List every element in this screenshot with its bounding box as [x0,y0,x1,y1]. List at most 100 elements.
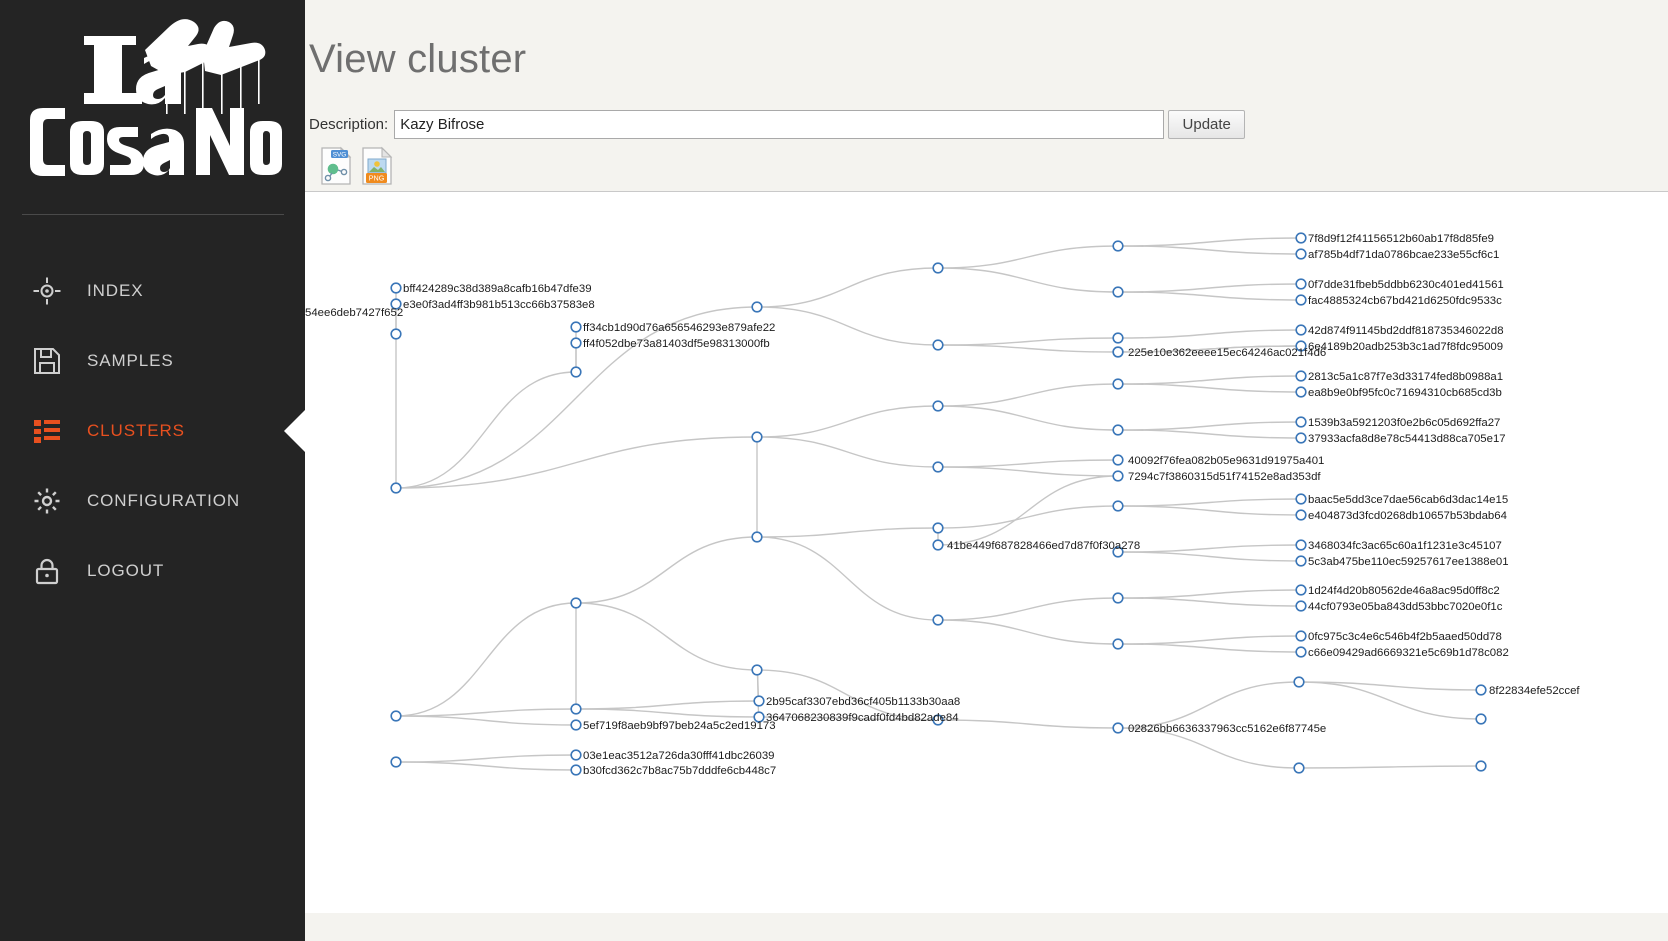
dendrogram-link [396,437,757,488]
dendrogram-node[interactable] [571,704,581,714]
dendrogram-node[interactable] [1113,471,1123,481]
dendrogram-link [938,384,1118,406]
dendrogram-node[interactable] [1296,371,1306,381]
dendrogram-node[interactable] [752,432,762,442]
export-png-button[interactable]: PNG [360,146,394,191]
dendrogram-node[interactable] [1296,249,1306,259]
crosshair-icon [28,272,66,310]
dendrogram-node[interactable] [1296,510,1306,520]
dendrogram-node[interactable] [752,302,762,312]
dendrogram-node[interactable] [752,532,762,542]
dendrogram-link [938,506,1118,528]
dendrogram-node[interactable] [1296,387,1306,397]
dendrogram-node[interactable] [1296,601,1306,611]
dendrogram-link [1118,292,1301,300]
description-input[interactable] [394,110,1164,139]
dendrogram-node[interactable] [933,540,943,550]
sidebar-item-label: INDEX [87,281,143,301]
dendrogram-node-label: 8f22834efe52ccef [1489,685,1580,697]
dendrogram-node[interactable] [933,615,943,625]
dendrogram-node[interactable] [1296,433,1306,443]
dendrogram-node[interactable] [933,401,943,411]
dendrogram-node[interactable] [1476,685,1486,695]
dendrogram-node[interactable] [1296,233,1306,243]
dendrogram-node[interactable] [1296,631,1306,641]
dendrogram-node-label: 37933acfa8d8e78c54413d88ca705e17 [1308,433,1506,445]
sidebar-item-logout[interactable]: LOGOUT [0,536,305,606]
dendrogram-node[interactable] [933,263,943,273]
dendrogram-link [1118,636,1301,644]
dendrogram-link [1118,682,1299,728]
brand-logo[interactable] [0,0,305,210]
dendrogram-node[interactable] [1113,333,1123,343]
export-svg-button[interactable]: SVG [319,146,353,191]
dendrogram-node[interactable] [1296,494,1306,504]
dendrogram-node[interactable] [1476,714,1486,724]
dendrogram-node[interactable] [1113,593,1123,603]
dendrogram-node-label: e3e0f3ad4ff3b981b513cc66b37583e8 [403,299,595,311]
dendrogram-node[interactable] [1113,723,1123,733]
dendrogram-link [938,460,1118,467]
dendrogram-node[interactable] [1296,540,1306,550]
dendrogram-link [757,307,938,345]
sidebar-item-configuration[interactable]: CONFIGURATION [0,466,305,536]
dendrogram-node[interactable] [754,696,764,706]
dendrogram-node[interactable] [391,283,401,293]
dendrogram-node[interactable] [1113,639,1123,649]
dendrogram-node[interactable] [1296,279,1306,289]
sidebar-item-samples[interactable]: SAMPLES [0,326,305,396]
dendrogram-node[interactable] [1296,647,1306,657]
dendrogram-node[interactable] [571,322,581,332]
dendrogram-node[interactable] [1113,455,1123,465]
server-list-icon [28,412,66,450]
dendrogram-node[interactable] [391,329,401,339]
dendrogram-node[interactable] [1113,287,1123,297]
dendrogram-node[interactable] [1296,585,1306,595]
dendrogram-link [1118,590,1301,598]
dendrogram-node[interactable] [1296,325,1306,335]
dendrogram-node[interactable] [1294,763,1304,773]
dendrogram-node[interactable] [933,523,943,533]
dendrogram-node-label: 0fc975c3c4e6c546b4f2b5aaed50dd78 [1308,631,1502,643]
dendrogram-node[interactable] [1113,501,1123,511]
dendrogram-node[interactable] [1296,556,1306,566]
update-button[interactable]: Update [1168,110,1245,139]
dendrogram-link [938,345,1118,352]
dendrogram-node[interactable] [1296,417,1306,427]
page-scrollbar[interactable] [1660,0,1668,941]
dendrogram-node-label: 5ef719f8aeb9bf97beb24a5c2ed19173 [583,720,776,732]
dendrogram-link [1118,545,1301,552]
dendrogram-node[interactable] [391,711,401,721]
dendrogram-link [1118,246,1301,254]
dendrogram-node[interactable] [391,757,401,767]
dendrogram-node[interactable] [571,720,581,730]
dendrogram-node-label: 225e10e362eeee15ec64246ac021f4d6 [1128,347,1326,359]
dendrogram-node[interactable] [571,367,581,377]
dendrogram-link [1118,430,1301,438]
sidebar-item-clusters[interactable]: CLUSTERS [0,396,305,466]
dendrogram-link [938,406,1118,430]
dendrogram-node[interactable] [1296,295,1306,305]
dendrogram-node[interactable] [1113,379,1123,389]
dendrogram-node[interactable] [1113,347,1123,357]
dendrogram-node[interactable] [1113,241,1123,251]
dendrogram-node[interactable] [933,340,943,350]
dendrogram-node[interactable] [933,462,943,472]
sidebar-item-index[interactable]: INDEX [0,256,305,326]
dendrogram-node[interactable] [1476,761,1486,771]
sidebar-item-label: SAMPLES [87,351,174,371]
cluster-dendrogram[interactable]: bff424289c38d389a8cafb16b47dfe39e3e0f3ad… [305,192,1668,913]
dendrogram-svg[interactable]: bff424289c38d389a8cafb16b47dfe39e3e0f3ad… [305,192,1668,913]
dendrogram-node[interactable] [571,765,581,775]
dendrogram-node[interactable] [391,483,401,493]
dendrogram-link [396,603,576,716]
dendrogram-node[interactable] [752,665,762,675]
dendrogram-node[interactable] [1113,425,1123,435]
sidebar-divider [22,214,284,215]
dendrogram-node[interactable] [1294,677,1304,687]
dendrogram-node[interactable] [571,598,581,608]
dendrogram-node[interactable] [571,338,581,348]
dendrogram-node[interactable] [571,750,581,760]
dendrogram-node-label: 41be449f687828466ed7d87f0f30a278 [947,540,1140,552]
dendrogram-node-label: 7294c7f3860315d51f74152e8ad353df [1128,471,1321,483]
